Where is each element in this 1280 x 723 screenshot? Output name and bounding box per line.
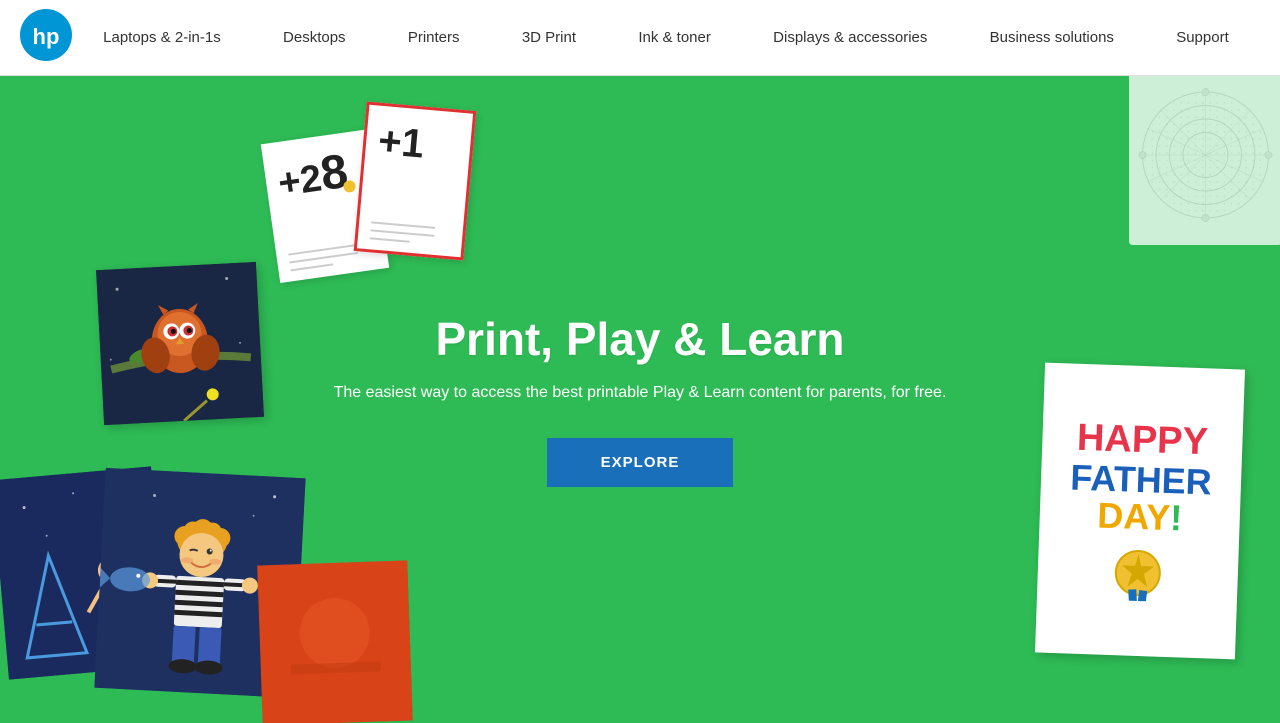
- nav-item-ink[interactable]: Ink & toner: [628, 21, 721, 54]
- hp-logo[interactable]: hp: [20, 9, 72, 66]
- fathers-day-day: DAY: [1097, 495, 1171, 539]
- explore-button[interactable]: EXPLORE: [547, 438, 734, 487]
- nav-item-laptops[interactable]: Laptops & 2-in-1s: [93, 21, 231, 54]
- nav-item-3dprint[interactable]: 3D Print: [512, 21, 586, 54]
- hero-title: Print, Play & Learn: [334, 312, 947, 366]
- fathers-day-card: HAPPY FATHER DAY!: [1035, 363, 1245, 660]
- collage-image-3: [257, 560, 412, 723]
- hero-content: Print, Play & Learn The easiest way to a…: [334, 312, 947, 487]
- nav-item-business[interactable]: Business solutions: [980, 21, 1124, 54]
- owl-card: [96, 262, 264, 425]
- nav-item-printers[interactable]: Printers: [398, 21, 470, 54]
- hero-section: +28 +1: [0, 76, 1280, 723]
- svg-text:hp: hp: [33, 24, 60, 49]
- doily-decoration: [1120, 76, 1280, 256]
- math-card-2: +1: [354, 101, 477, 260]
- navigation-bar: hp Laptops & 2-in-1s Desktops Printers 3…: [0, 0, 1280, 76]
- nav-item-support[interactable]: Support: [1166, 21, 1239, 54]
- nav-item-desktops[interactable]: Desktops: [273, 21, 356, 54]
- fathers-day-exclaim: !: [1169, 498, 1182, 539]
- fathers-day-father: FATHER: [1070, 458, 1213, 501]
- nav-item-displays[interactable]: Displays & accessories: [763, 21, 937, 54]
- hero-subtitle: The easiest way to access the best print…: [334, 384, 947, 402]
- nav-links: Laptops & 2-in-1s Desktops Printers 3D P…: [72, 21, 1260, 54]
